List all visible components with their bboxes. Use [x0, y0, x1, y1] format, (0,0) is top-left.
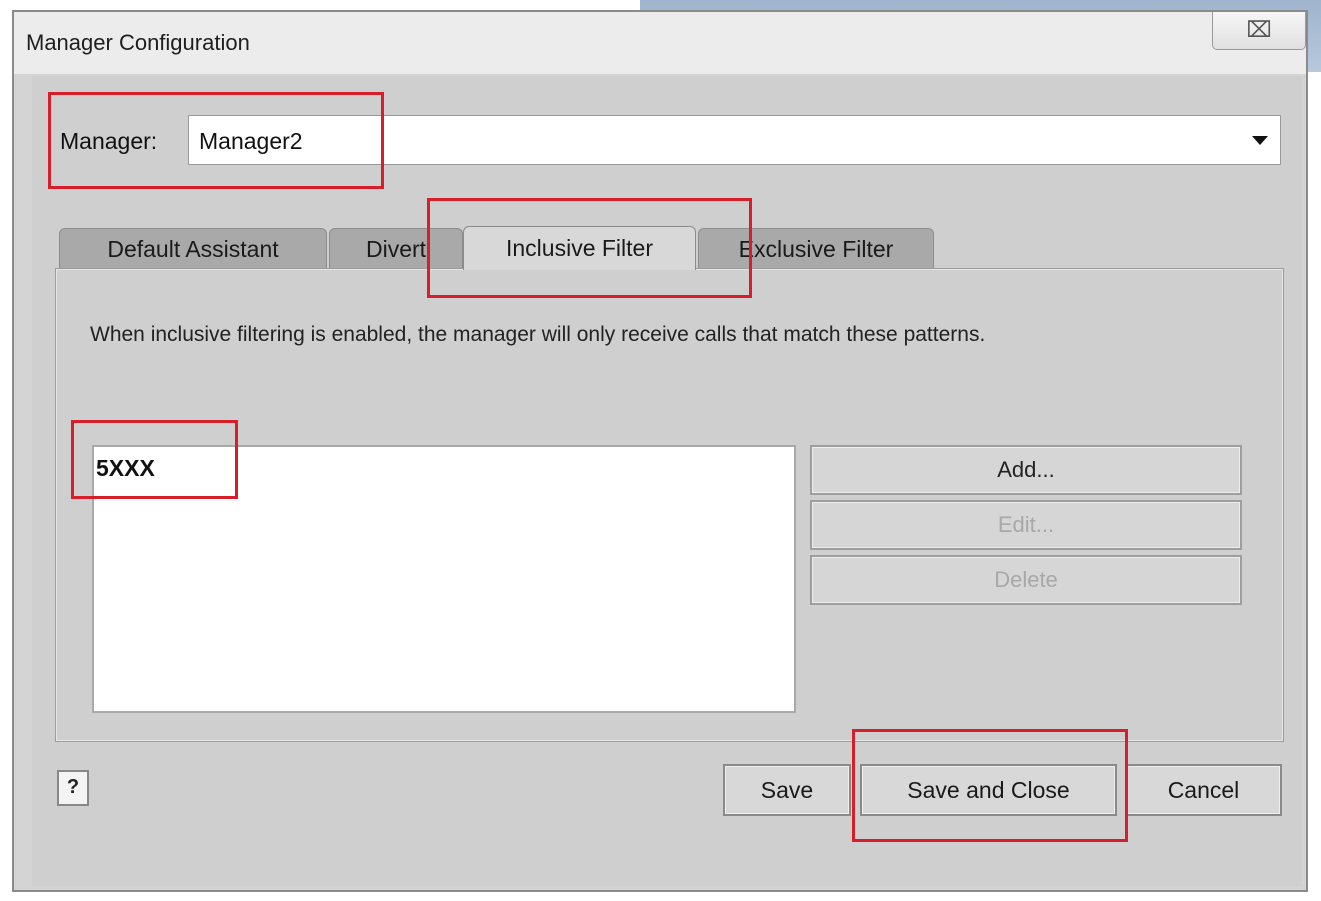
manager-selected-value: Manager2	[199, 128, 303, 154]
add-button[interactable]: Add...	[810, 445, 1242, 495]
edit-button[interactable]: Edit...	[810, 500, 1242, 550]
save-and-close-button[interactable]: Save and Close	[860, 764, 1117, 816]
inclusive-filter-panel: When inclusive filtering is enabled, the…	[55, 268, 1284, 742]
manager-label: Manager:	[60, 128, 158, 154]
close-button[interactable]: ⌧	[1212, 12, 1306, 50]
tab-inclusive-filter[interactable]: Inclusive Filter	[463, 226, 696, 270]
tab-exclusive-filter[interactable]: Exclusive Filter	[698, 228, 934, 268]
manager-configuration-dialog: Manager Configuration ⌧ Manager: Manager…	[12, 10, 1308, 892]
delete-button[interactable]: Delete	[810, 555, 1242, 605]
dialog-title: Manager Configuration	[26, 30, 250, 55]
pattern-list[interactable]: 5XXX	[92, 445, 796, 713]
help-button[interactable]: ?	[57, 770, 89, 806]
list-item[interactable]: 5XXX	[96, 455, 155, 482]
tab-divert[interactable]: Divert	[329, 228, 463, 268]
tab-default-assistant[interactable]: Default Assistant	[59, 228, 327, 268]
save-button[interactable]: Save	[723, 764, 851, 816]
dropdown-arrow-icon[interactable]	[1252, 136, 1268, 145]
dialog-body: Manager: Manager2 Default Assistant Dive…	[32, 76, 1302, 886]
cancel-button[interactable]: Cancel	[1125, 764, 1282, 816]
manager-dropdown[interactable]: Manager2	[188, 115, 1281, 165]
title-bar: Manager Configuration ⌧	[14, 12, 1306, 74]
close-icon: ⌧	[1246, 17, 1272, 42]
inclusive-filter-description: When inclusive filtering is enabled, the…	[90, 323, 986, 346]
